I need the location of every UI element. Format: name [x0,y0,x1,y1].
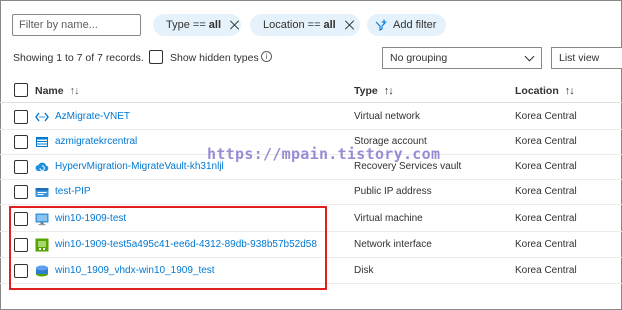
sort-icon[interactable]: ↑↓ [384,82,394,100]
resource-location: Korea Central [515,111,577,122]
location-filter-value: all [323,19,336,31]
filter-by-name-input[interactable] [12,14,141,36]
chevron-down-icon [524,51,535,62]
type-filter-label: Type == [166,19,206,31]
header-divider [0,102,622,103]
info-icon[interactable]: i [261,51,272,62]
view-selected: List view [559,52,600,64]
watermark-text: https://mpain.tistory.com [207,145,441,163]
row-checkbox[interactable] [14,135,28,149]
resource-type: Disk [354,265,374,276]
column-header-type-label: Type [354,85,378,97]
public-ip-icon [35,188,49,197]
row-checkbox[interactable] [14,185,28,199]
type-filter-value: all [208,19,221,31]
grouping-selected: No grouping [390,52,448,64]
sort-icon[interactable]: ↑↓ [70,82,80,100]
table-row[interactable]: test-PIP Public IP address Korea Central [0,180,622,205]
resource-name-link[interactable]: AzMigrate-VNET [55,111,130,122]
add-filter-button[interactable]: Add filter [367,14,446,36]
resource-name-link[interactable]: test-PIP [55,186,91,197]
highlight-box [9,206,327,290]
add-filter-icon [375,19,387,31]
column-header-name[interactable]: Name ↑↓ [35,80,80,102]
location-filter-pill[interactable]: Location == all [250,14,360,36]
resource-name-link[interactable]: azmigratekrcentral [55,136,137,147]
row-checkbox[interactable] [14,160,28,174]
grouping-dropdown[interactable]: No grouping [382,47,542,69]
records-count-text: Showing 1 to 7 of 7 records. [13,52,144,64]
column-header-name-label: Name [35,85,64,97]
resource-location: Korea Central [515,239,577,250]
show-hidden-types-checkbox[interactable] [149,50,163,64]
close-icon[interactable] [230,20,240,30]
resource-type: Network interface [354,239,432,250]
resource-location: Korea Central [515,161,577,172]
resource-type: Public IP address [354,186,432,197]
column-header-location[interactable]: Location ↑↓ [515,80,575,102]
virtual-network-icon [35,112,49,122]
add-filter-label: Add filter [393,19,437,31]
view-dropdown[interactable]: List view [551,47,622,69]
resource-location: Korea Central [515,136,577,147]
close-icon[interactable] [345,20,355,30]
select-all-checkbox[interactable] [14,83,28,97]
resource-type: Virtual machine [354,213,423,224]
sort-icon[interactable]: ↑↓ [565,82,575,100]
location-filter-label: Location == [263,19,321,31]
resource-name-link[interactable]: HypervMigration-MigrateVault-kh31nljl [55,161,224,172]
type-filter-pill[interactable]: Type == all [153,14,241,36]
resource-location: Korea Central [515,186,577,197]
row-checkbox[interactable] [14,110,28,124]
show-hidden-types-label: Show hidden types [170,52,259,64]
column-header-location-label: Location [515,85,559,97]
row-divider [0,204,622,205]
resource-location: Korea Central [515,213,577,224]
table-row[interactable]: AzMigrate-VNET Virtual network Korea Cen… [0,105,622,130]
resource-location: Korea Central [515,265,577,276]
recovery-vault-icon [35,162,49,171]
column-header-type[interactable]: Type ↑↓ [354,80,394,102]
resource-type: Virtual network [354,111,420,122]
storage-account-icon [36,137,48,147]
